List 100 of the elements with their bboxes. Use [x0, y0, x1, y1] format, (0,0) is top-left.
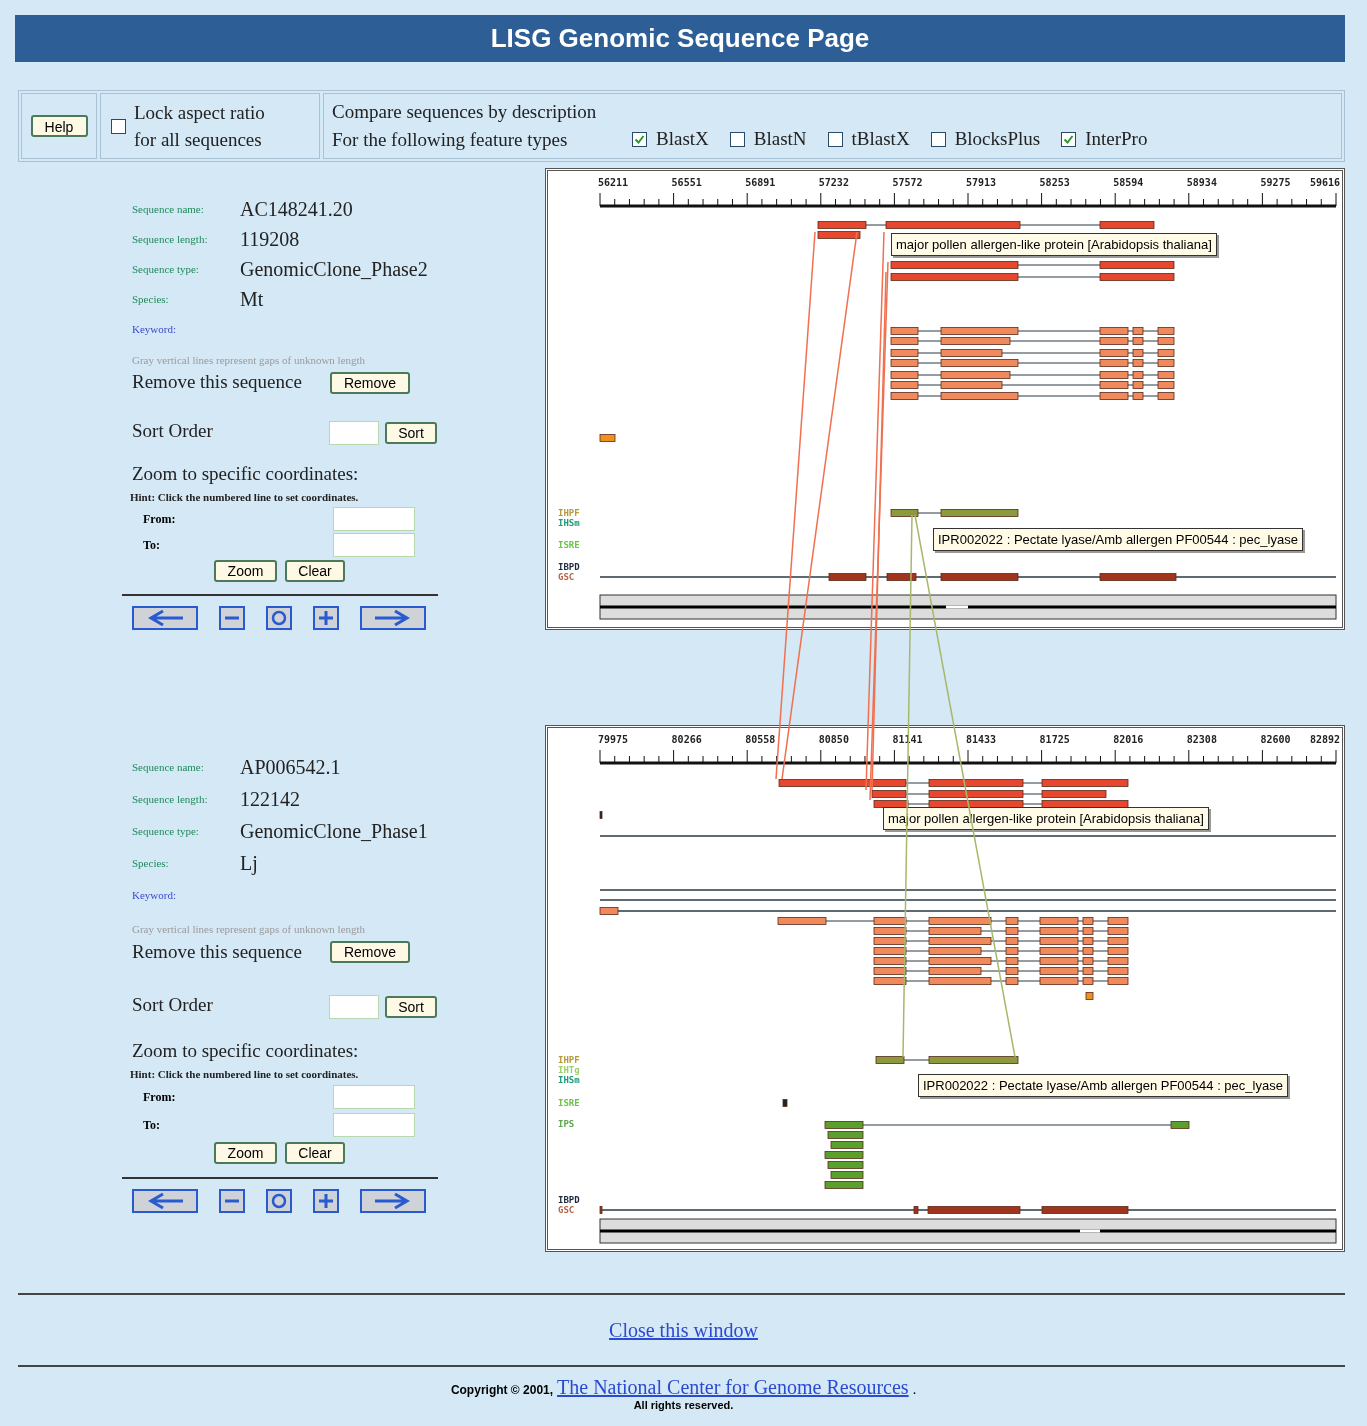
zoom-button[interactable]: Zoom — [214, 559, 277, 582]
feature-type-label: BlocksPlus — [954, 127, 1041, 152]
minus-icon — [224, 1199, 240, 1203]
feature-row — [782, 1099, 788, 1107]
plus-icon — [316, 608, 336, 627]
organization-link[interactable]: The National Center for Genome Resources — [557, 1377, 909, 1397]
coordinate-label[interactable]: 82308 — [1186, 735, 1217, 745]
check-icon — [634, 134, 645, 145]
feature-row — [824, 1181, 864, 1189]
hint-text: Hint: Click the numbered line to set coordinates. — [130, 489, 359, 505]
feature-type-label: BlastX — [656, 127, 709, 152]
field-label: Species: — [132, 855, 170, 871]
coordinate-label[interactable]: 58594 — [1113, 178, 1144, 188]
field-label: Sequence type: — [132, 261, 200, 277]
coordinate-label[interactable]: 82892 — [1309, 735, 1340, 745]
feature-row — [830, 1141, 864, 1149]
field-value: Mt — [240, 287, 264, 312]
page-title: LISG Genomic Sequence Page — [490, 22, 870, 55]
scroll-left-button[interactable] — [132, 1189, 198, 1213]
sort-button[interactable]: Sort — [385, 422, 437, 445]
field-label: Sequence length: — [132, 231, 209, 247]
coordinate-label[interactable]: 56551 — [671, 178, 702, 188]
feature-row — [830, 1171, 864, 1179]
feature-type-label: tBlastX — [851, 127, 910, 152]
help-button[interactable]: Help — [30, 115, 88, 137]
coordinate-label[interactable]: 58934 — [1186, 178, 1217, 188]
remove-button[interactable]: Remove — [330, 941, 410, 963]
field-value: AC148241.20 — [240, 197, 353, 222]
coordinate-label[interactable]: 59616 — [1309, 178, 1340, 188]
track-label: IHSm — [558, 1076, 580, 1085]
sort-label: Sort Order — [132, 992, 213, 1017]
coordinate-label[interactable]: 56891 — [745, 178, 776, 188]
sort-order-field[interactable] — [329, 421, 379, 446]
field-value: 122142 — [240, 787, 300, 812]
coordinate-label[interactable]: 80266 — [671, 735, 702, 745]
tooltip: IPR002022 : Pectate lyase/Amb allergen PF00544 : pec_lyase — [933, 528, 1303, 551]
track-label: GSC — [558, 1206, 575, 1215]
sort-order-field[interactable] — [329, 995, 379, 1019]
zoom-in-button[interactable] — [313, 605, 339, 630]
close-window-link[interactable]: Close this window — [609, 1315, 758, 1345]
minus-icon — [224, 615, 240, 620]
coordinate-label[interactable]: 81433 — [966, 735, 997, 745]
from-field[interactable] — [333, 506, 415, 531]
to-label: To: — [143, 536, 160, 554]
lock-aspect-label: Lock aspect ratio for all sequences — [134, 101, 265, 152]
coordinate-label[interactable]: 56211 — [598, 178, 629, 188]
rights-text: All rights reserved. — [633, 1399, 734, 1412]
track-label: IHPF — [558, 1056, 580, 1065]
sort-button[interactable]: Sort — [385, 996, 437, 1018]
coordinate-label[interactable]: 58253 — [1039, 178, 1070, 188]
clear-button[interactable]: Clear — [285, 1142, 345, 1164]
zoom-out-button[interactable] — [219, 605, 245, 630]
to-field[interactable] — [333, 532, 415, 557]
feature-row — [1085, 992, 1094, 1000]
reset-view-button[interactable] — [266, 1189, 292, 1213]
scroll-left-button[interactable] — [132, 605, 198, 630]
zoom-out-button[interactable] — [219, 1189, 245, 1213]
track-label: IHSm — [558, 519, 580, 528]
feature-row — [827, 1161, 864, 1169]
feature-type-label: InterPro — [1085, 127, 1148, 152]
checkbox[interactable] — [729, 132, 745, 147]
sort-label: Sort Order — [132, 418, 213, 443]
clear-button[interactable]: Clear — [285, 559, 345, 582]
coordinate-label[interactable]: 57913 — [966, 178, 997, 188]
coordinate-label[interactable]: 57572 — [892, 178, 923, 188]
coordinate-label[interactable]: 81725 — [1039, 735, 1070, 745]
track-label: IBPD — [558, 1196, 580, 1205]
scroll-right-button[interactable] — [360, 605, 426, 630]
track-label: IBPD — [558, 563, 580, 572]
checkbox[interactable] — [930, 132, 946, 147]
remove-button[interactable]: Remove — [330, 371, 410, 394]
scroll-right-button[interactable] — [360, 1189, 426, 1213]
circle-icon — [269, 1192, 289, 1210]
track-label: IPS — [558, 1120, 575, 1129]
coordinate-label[interactable]: 82600 — [1260, 735, 1291, 745]
checkbox[interactable] — [827, 132, 843, 147]
checkbox[interactable] — [632, 132, 647, 147]
coordinate-label[interactable]: 79975 — [598, 735, 629, 745]
field-label: Species: — [132, 291, 170, 307]
coordinate-label[interactable]: 80558 — [745, 735, 776, 745]
remove-label: Remove this sequence — [132, 370, 302, 395]
zoom-button[interactable]: Zoom — [214, 1142, 277, 1164]
from-field[interactable] — [333, 1085, 415, 1109]
from-label: From: — [143, 1089, 176, 1106]
tooltip: major pollen allergen-like protein [Arabidopsis thaliana] — [891, 233, 1217, 256]
feature-row — [817, 231, 861, 239]
to-field[interactable] — [333, 1113, 415, 1137]
coordinate-label[interactable]: 57232 — [818, 178, 849, 188]
checkbox[interactable] — [111, 118, 126, 134]
keyword-label: Keyword: — [132, 887, 176, 903]
feature-type-label: BlastN — [753, 127, 807, 152]
coordinate-label[interactable]: 80850 — [818, 735, 849, 745]
compare-label: Compare sequences by description — [332, 100, 598, 125]
track-label: IHPF — [558, 509, 580, 518]
checkbox[interactable] — [1061, 132, 1077, 147]
to-label: To: — [143, 1117, 160, 1134]
coordinate-label[interactable]: 82016 — [1113, 735, 1144, 745]
zoom-in-button[interactable] — [313, 1189, 339, 1213]
coordinate-label[interactable]: 59275 — [1260, 178, 1291, 188]
reset-view-button[interactable] — [266, 605, 292, 630]
